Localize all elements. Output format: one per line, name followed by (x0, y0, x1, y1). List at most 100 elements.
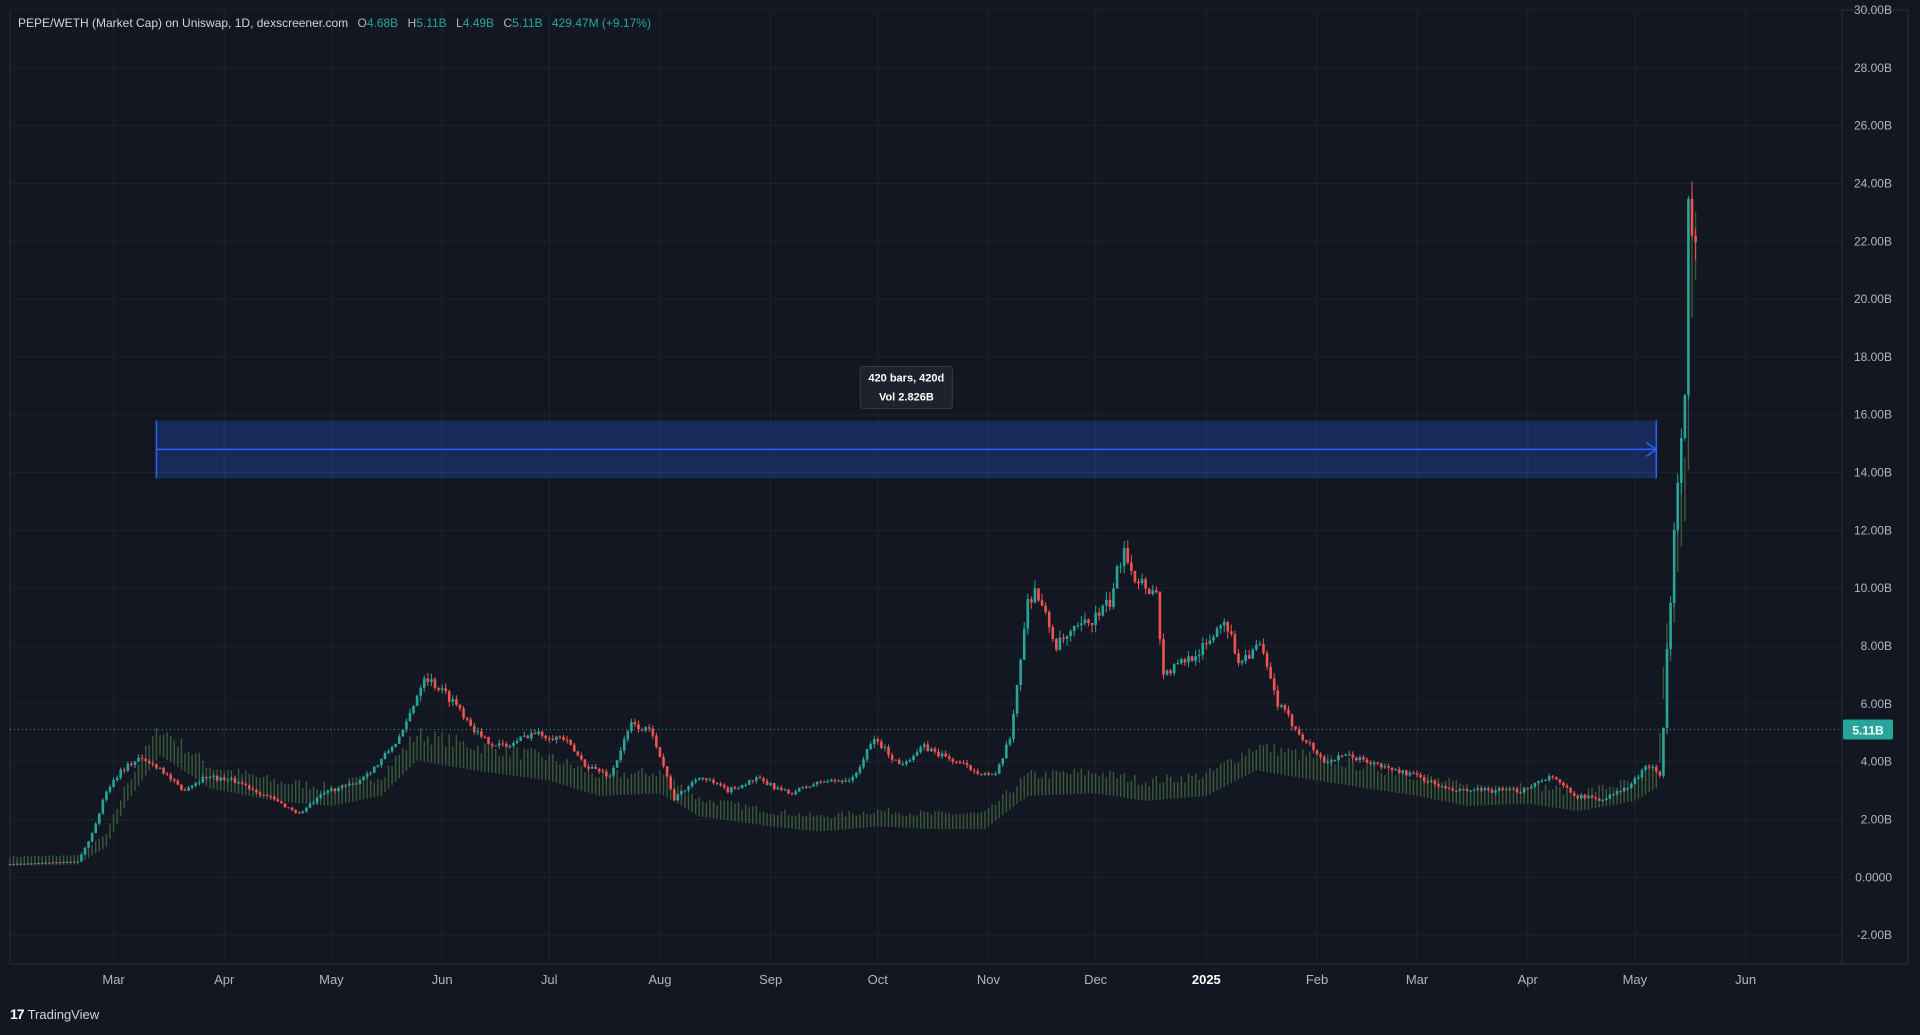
candle-body (22, 863, 26, 865)
candle-body (1237, 653, 1240, 664)
candle-body (8, 864, 12, 866)
candle-body (815, 781, 819, 785)
candle-body (183, 789, 187, 791)
candle-body (1519, 792, 1522, 794)
candle-body (897, 759, 901, 765)
candle-body (747, 780, 751, 785)
candle-body (315, 797, 319, 803)
candle-body (1162, 639, 1165, 675)
candle-body (80, 854, 83, 862)
candle-body (980, 773, 983, 775)
candle-body (72, 861, 76, 863)
candle-body (1501, 788, 1505, 790)
candle-body (1483, 788, 1487, 791)
candle-body (1105, 599, 1108, 606)
candle-body (1094, 612, 1097, 625)
candle-body (783, 789, 787, 791)
candle-body (1622, 788, 1626, 792)
candle-body (1108, 599, 1112, 607)
candle-body (351, 783, 355, 785)
candle-body (719, 783, 722, 785)
candle-body (201, 776, 205, 783)
candle-body (112, 780, 115, 787)
candle-body (705, 778, 708, 780)
candle-body (522, 735, 526, 737)
symbol-title: PEPE/WETH (Market Cap) on Uniswap, 1D, d… (18, 16, 349, 30)
candle-body (708, 779, 712, 781)
candle-body (312, 802, 315, 804)
candle-body (62, 861, 65, 863)
candle-body (1540, 780, 1544, 782)
candle-body (1640, 769, 1644, 778)
candle-body (1397, 769, 1401, 774)
candle-body (419, 687, 422, 696)
candle-body (1180, 659, 1183, 664)
candle-body (1347, 754, 1351, 756)
candle-body (1679, 437, 1683, 483)
x-tick-label: Apr (214, 972, 235, 987)
candle-body (1072, 626, 1076, 632)
candle-body (165, 773, 169, 775)
candle-body (587, 766, 590, 769)
candle-body (1290, 714, 1294, 727)
candle-body (1012, 713, 1015, 739)
y-tick-label: 12.00B (1854, 523, 1892, 537)
candle-body (1458, 788, 1462, 791)
candle-body (576, 751, 580, 756)
y-tick-label: 4.00B (1861, 755, 1892, 769)
candle-body (37, 863, 40, 865)
candle-body (1033, 588, 1037, 603)
candle-body (855, 772, 858, 777)
candle-body (137, 757, 140, 762)
price-chart[interactable]: 30.00B 28.00B 26.00B 24.00B 22.00B 20.00B 18.0… (0, 0, 1920, 1030)
candle-body (1687, 198, 1690, 395)
candle-body (1215, 628, 1219, 637)
candle-body (1522, 788, 1526, 793)
candle-body (369, 772, 372, 774)
candle-body (262, 794, 265, 796)
candle-body (1251, 649, 1255, 659)
candle-body (394, 743, 397, 747)
candle-body (1001, 758, 1005, 765)
candle-body (47, 862, 51, 864)
candle-body (1097, 612, 1101, 616)
branding[interactable]: 17 TradingView (10, 1004, 99, 1024)
candle-body (1247, 655, 1251, 659)
candle-body (780, 787, 783, 791)
x-tick-label: Jun (1735, 972, 1756, 987)
candle-body (1019, 659, 1022, 686)
candle-body (1505, 789, 1508, 791)
candle-body (655, 735, 658, 748)
candle-body (1212, 636, 1215, 641)
candle-body (583, 759, 587, 767)
candle-body (240, 782, 244, 784)
candle-body (601, 771, 605, 773)
candle-body (915, 752, 919, 756)
candle-body (1405, 770, 1408, 776)
candle-body (1015, 685, 1019, 714)
candle-body (408, 712, 412, 722)
candle-body (219, 777, 222, 781)
candle-body (765, 781, 769, 785)
candle-body (1287, 709, 1290, 715)
candle-body (644, 727, 647, 731)
candle-body (469, 719, 472, 727)
candle-body (890, 755, 894, 760)
candle-body (1562, 782, 1565, 786)
candle-body (1494, 790, 1497, 793)
candle-body (590, 766, 594, 769)
candle-body (87, 841, 90, 848)
candle-body (276, 799, 280, 802)
candle-body (1183, 659, 1187, 663)
candle-body (265, 794, 269, 796)
candle-body (255, 789, 258, 793)
candle-body (615, 760, 619, 768)
candle-body (758, 777, 762, 779)
candle-body (1169, 670, 1172, 674)
candle-body (333, 788, 337, 792)
candle-body (937, 751, 940, 757)
candle-body (901, 764, 905, 766)
candle-body (1055, 639, 1058, 650)
candle-body (1394, 769, 1397, 771)
candle-body (733, 787, 737, 789)
